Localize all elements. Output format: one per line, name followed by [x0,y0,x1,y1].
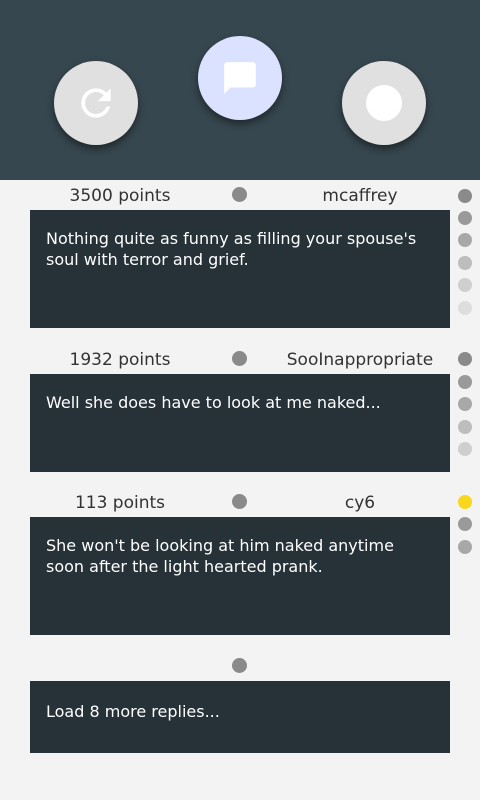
depth-indicator-dot [458,442,472,456]
depth-indicator-dot [458,517,472,531]
refresh-button[interactable] [54,61,138,145]
comment-text: Nothing quite as funny as filling your s… [46,229,417,269]
comment-text: Well she does have to look at me naked..… [46,393,381,412]
comment-points: 113 points [74,493,166,513]
comment-button[interactable] [198,36,282,120]
chat-icon [224,62,256,94]
separator-dot [232,658,247,673]
separator-dot [232,187,247,202]
separator-dot [232,494,247,509]
depth-indicator-dot [458,278,472,292]
comment-author[interactable]: SooInappropriate [250,346,470,374]
depth-indicator-dot [458,301,472,315]
depth-indicator-dot [458,495,472,509]
load-more-label: Load 8 more replies... [46,702,220,721]
depth-indicator-dot [458,375,472,389]
comment-body[interactable]: Nothing quite as funny as filling your s… [30,210,450,328]
load-more-button[interactable]: Load 8 more replies... [30,681,450,753]
top-toolbar [0,0,480,180]
depth-indicator-dot [458,256,472,270]
depth-indicator-dot [458,233,472,247]
comment-points: 1932 points [69,350,171,370]
separator-dot [232,351,247,366]
comment-author[interactable]: cy6 [250,489,470,517]
record-icon [366,85,402,121]
comment-points: 3500 points [69,186,171,206]
depth-indicator-dot [458,540,472,554]
depth-indicator-dot [458,420,472,434]
comment-author[interactable]: mcaffrey [250,182,470,210]
depth-indicator-dot [458,397,472,411]
depth-indicator-dot [458,211,472,225]
comment-body[interactable]: Well she does have to look at me naked..… [30,374,450,472]
depth-indicator-dot [458,352,472,366]
depth-indicator-dot [458,189,472,203]
refresh-icon [81,88,111,118]
record-button[interactable] [342,61,426,145]
comment-body[interactable]: She won't be looking at him naked anytim… [30,517,450,635]
comment-text: She won't be looking at him naked anytim… [46,536,394,576]
